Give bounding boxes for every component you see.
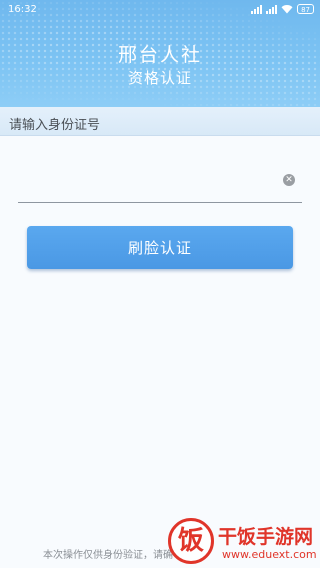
wifi-icon xyxy=(281,5,293,14)
id-label-band: 请输入身份证号 xyxy=(0,107,320,136)
watermark-title: 干饭手游网 xyxy=(218,526,314,548)
signal-icon xyxy=(251,4,263,14)
status-bar: 16:32 87 xyxy=(0,0,320,20)
status-icons: 87 xyxy=(251,4,314,14)
close-circle-icon[interactable]: ✕ xyxy=(283,174,295,186)
app-header: 16:32 87 邢台人社 资格认证 xyxy=(0,0,320,107)
watermark-logo: 饭 xyxy=(168,518,214,564)
id-number-input[interactable] xyxy=(18,165,280,195)
input-underline xyxy=(18,202,302,203)
status-time: 16:32 xyxy=(8,4,37,15)
battery-icon: 87 xyxy=(297,4,314,14)
face-auth-button[interactable]: 刷脸认证 xyxy=(27,226,293,269)
id-number-label: 请输入身份证号 xyxy=(9,118,101,133)
footer-note: 本次操作仅供身份验证，请确 xyxy=(43,550,173,561)
watermark: 饭 干饭手游网 www.eduext.com xyxy=(168,518,320,568)
watermark-url: www.eduext.com xyxy=(222,548,317,561)
page-title: 邢台人社 xyxy=(117,44,202,66)
page-subtitle: 资格认证 xyxy=(127,69,192,87)
signal-2-icon xyxy=(266,4,278,14)
